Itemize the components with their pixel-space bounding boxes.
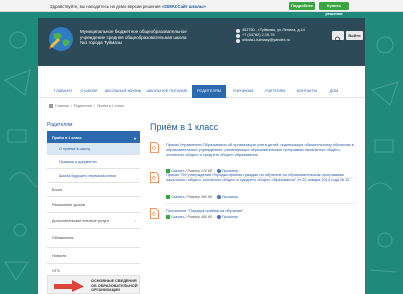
document-meta: Скачать / Размер 480 Кб Просмотр [166,195,238,200]
chevron-right-icon: › [134,218,136,223]
eye-icon [216,195,221,200]
sidebar-title: Родителям [47,122,140,133]
site-container: Муниципальное бюджетное общеобразователь… [38,18,365,294]
phone-icon [236,33,240,38]
banner-text: ОСНОВНЫЕ СВЕДЕНИЯ ОБ ОБРАЗОВАТЕЛЬНОЙ ОРГ… [91,279,138,293]
document-item: Положение "Порядок приёма на обучение" С… [150,208,358,228]
download-icon [166,215,170,220]
arrow-right-icon [54,280,84,292]
pdf-file-icon[interactable] [150,208,159,219]
nav-item-school-meals[interactable]: ШКОЛЬНОЕ ПИТАНИЕ [144,85,190,98]
nav-item-school-life[interactable]: ШКОЛЬНАЯ ЖИЗНЬ [104,85,142,98]
nav-item-more[interactable]: ДОМ [324,85,344,98]
file-size: Размер 480 Кб [187,215,212,219]
sidebar-item-label: Блоги [52,187,63,192]
demo-product-link[interactable]: «SIMAI:Сайт школы» [162,4,206,9]
buy-solution-button[interactable]: Купить решение [319,2,349,16]
site-header: Муниципальное бюджетное общеобразователь… [38,18,365,66]
school-globe-logo-icon[interactable] [46,24,76,54]
eye-icon [216,215,221,220]
view-link[interactable]: Просмотр [222,195,238,199]
info-banner[interactable]: ОСНОВНЫЕ СВЕДЕНИЯ ОБ ОБРАЗОВАТЕЛЬНОЙ ОРГ… [47,275,140,294]
nav-item-contacts[interactable]: КОНТАКТЫ [292,85,322,98]
details-button[interactable]: Подробнее [289,2,315,10]
demo-notice-text: Здравствуйте, вы находитесь на демо верс… [50,3,206,9]
location-icon [236,28,240,33]
page-title: Приём в 1 класс [150,122,219,132]
sidebar-item-admission[interactable]: О приёме в школу [47,144,140,155]
nav-item-about[interactable]: О ШКОЛЕ [78,85,100,98]
search-button[interactable] [332,31,344,43]
sidebar-item-label: Новости [52,253,67,258]
school-name[interactable]: Муниципальное бюджетное общеобразователь… [80,29,195,46]
sidebar-item-label: Объявления [52,236,74,240]
download-link[interactable]: Скачать [171,215,184,219]
sidebar-item-label: Приём в 1 класс [52,136,82,140]
view-link[interactable]: Просмотр [222,215,238,219]
download-link[interactable]: Скачать [171,195,184,199]
document-item: Приказ "Об утверждении Порядка приема гр… [150,172,358,207]
sidebar-item-label: Правила и документы [59,159,97,164]
sidebar-item-first-grade[interactable]: Приём в 1 класс ▾ [47,133,140,144]
nav-item-parents[interactable]: РОДИТЕЛЯМ [192,85,226,98]
document-link[interactable]: Приказ "Об утверждении Порядка приема гр… [166,172,354,182]
contacts-block: 452750 , г.Туймазы, ул.Ленина, д.14 +7 (… [236,28,305,44]
sidebar-item-future-first-grader[interactable]: Школа будущего первоклассника [47,169,140,183]
file-size: Размер 480 Кб [187,195,212,199]
sidebar-item-news[interactable]: Новости [47,248,140,264]
pdf-file-icon[interactable] [150,142,159,153]
sidebar-item-label: Расписание уроков [52,202,85,207]
email-icon [236,39,240,43]
demo-notice-bar: Здравствуйте, вы находитесь на демо верс… [0,0,403,16]
sidebar-item-label: Дополнительные платные услуги [52,218,109,223]
sidebar: Родителям Приём в 1 класс ▾ О приёме в шк… [47,122,140,278]
main-content: Приём в 1 класс Приказ Управления Образо… [150,122,360,220]
breadcrumb-parents[interactable]: Родителям [74,104,92,108]
sidebar-item-label: О приёме в школу [59,147,91,151]
breadcrumb-current: Приём в 1 класс [96,104,125,108]
login-button[interactable]: Войти [346,31,363,40]
chevron-down-icon: ▾ [133,135,136,141]
sidebar-item-schedule[interactable]: Расписание уроков [47,197,140,213]
nav-item-teachers[interactable]: УЧИТЕЛЯМ [260,85,290,98]
email-link[interactable]: shkola1-tuimazy@yandex.ru [242,38,290,43]
breadcrumb-home[interactable]: Главная [55,104,69,108]
document-link[interactable]: Положение "Порядок приёма на обучение" [166,208,354,213]
download-icon [166,195,170,200]
sidebar-item-announcements[interactable]: Объявления [47,229,140,248]
main-navigation: ГЛАВНАЯ О ШКОЛЕ ШКОЛЬНАЯ ЖИЗНЬ ШКОЛЬНОЕ … [38,85,365,98]
sidebar-item-paid-services[interactable]: Дополнительные платные услуги › [47,213,140,229]
document-meta: Скачать / Размер 480 Кб Просмотр [166,215,238,220]
divider [166,203,356,204]
sidebar-item-label: ОГЭ [52,268,60,273]
nav-item-students[interactable]: УЧЕНИКАМ [228,85,258,98]
search-icon [335,36,341,43]
document-link[interactable]: Приказ Управления Образования об организ… [166,142,354,157]
sidebar-item-label: Школа будущего первоклассника [59,173,116,178]
breadcrumb-separator: / [93,104,95,108]
sidebar-item-blogs[interactable]: Блоги [47,183,140,197]
home-icon[interactable] [49,104,53,108]
breadcrumb-separator: / [70,104,72,108]
breadcrumb: Главная / Родителям / Приём в 1 класс [49,104,124,108]
sidebar-item-rules[interactable]: Правила и документы [47,155,140,169]
nav-item-home[interactable]: ГЛАВНАЯ [52,85,74,98]
pdf-file-icon[interactable] [150,172,159,183]
